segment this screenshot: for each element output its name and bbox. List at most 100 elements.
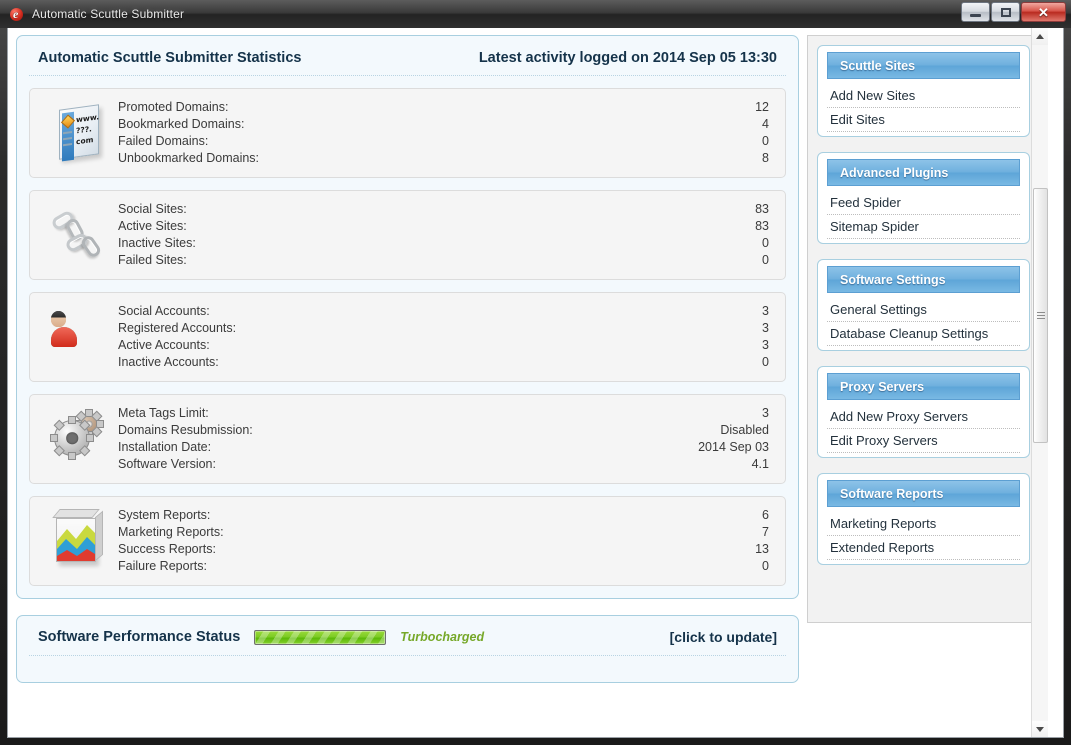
stat-value: 0 bbox=[762, 253, 769, 267]
scrollbar-thumb[interactable] bbox=[1033, 188, 1048, 443]
icon-text-com: com bbox=[76, 134, 94, 147]
scrollbar-grip-icon bbox=[1036, 310, 1045, 321]
stat-value: 3 bbox=[762, 406, 769, 420]
sidebar-box-header: Proxy Servers bbox=[827, 373, 1020, 400]
stats-group-reports: System Reports: 6 Marketing Reports: 7 S… bbox=[29, 496, 786, 586]
stat-label: Meta Tags Limit: bbox=[118, 406, 209, 420]
sidebar-box-title: Proxy Servers bbox=[840, 379, 925, 394]
stat-row: Inactive Accounts: 0 bbox=[118, 354, 769, 371]
stat-label: Inactive Accounts: bbox=[118, 355, 219, 369]
stat-value: 7 bbox=[762, 525, 769, 539]
minimize-button[interactable] bbox=[961, 2, 990, 22]
stat-label: Inactive Sites: bbox=[118, 236, 196, 250]
stats-group-domains: www. ???. com Promoted Domains: 12 Bookm… bbox=[29, 88, 786, 178]
sidebar-box-links: Add New Sites Edit Sites bbox=[824, 79, 1023, 132]
stat-row: Unbookmarked Domains: 8 bbox=[118, 150, 769, 167]
page-content: Automatic Scuttle Submitter Statistics L… bbox=[8, 28, 1048, 737]
stat-label: Promoted Domains: bbox=[118, 100, 229, 114]
performance-panel: Software Performance Status Turbocharged… bbox=[16, 615, 799, 683]
sidebar-item-extended-reports[interactable]: Extended Reports bbox=[827, 536, 1020, 560]
click-to-update-link[interactable]: [click to update] bbox=[670, 629, 777, 645]
stat-row: Social Sites: 83 bbox=[118, 201, 769, 218]
sidebar-item-marketing-reports[interactable]: Marketing Reports bbox=[827, 512, 1020, 536]
main-column: Automatic Scuttle Submitter Statistics L… bbox=[16, 35, 799, 683]
scroll-up-arrow-icon[interactable] bbox=[1032, 28, 1048, 45]
stat-row: Inactive Sites: 0 bbox=[118, 235, 769, 252]
stats-lines: System Reports: 6 Marketing Reports: 7 S… bbox=[118, 507, 769, 575]
website-card-icon: www. ???. com bbox=[40, 104, 118, 162]
sidebar-box-header: Software Settings bbox=[827, 266, 1020, 293]
scroll-down-arrow-icon[interactable] bbox=[1032, 721, 1048, 737]
sidebar-box-title: Software Reports bbox=[840, 486, 944, 501]
maximize-button[interactable] bbox=[991, 2, 1020, 22]
stat-label: Domains Resubmission: bbox=[118, 423, 253, 437]
stats-group-accounts: Social Accounts: 3 Registered Accounts: … bbox=[29, 292, 786, 382]
performance-status-label: Turbocharged bbox=[400, 630, 485, 644]
sidebar-box-title: Advanced Plugins bbox=[840, 165, 949, 180]
statistics-header: Automatic Scuttle Submitter Statistics L… bbox=[29, 36, 786, 76]
users-group-icon bbox=[40, 311, 118, 363]
stat-row: Failed Sites: 0 bbox=[118, 252, 769, 269]
close-icon: ✕ bbox=[1038, 4, 1049, 20]
close-button[interactable]: ✕ bbox=[1021, 2, 1066, 22]
sidebar-item-general-settings[interactable]: General Settings bbox=[827, 298, 1020, 322]
stat-label: Marketing Reports: bbox=[118, 525, 224, 539]
stat-label: Bookmarked Domains: bbox=[118, 117, 245, 131]
stat-row: Failed Domains: 0 bbox=[118, 133, 769, 150]
stat-row: Active Accounts: 3 bbox=[118, 337, 769, 354]
stat-value: 83 bbox=[755, 202, 769, 216]
stats-lines: Promoted Domains: 12 Bookmarked Domains:… bbox=[118, 99, 769, 167]
performance-body bbox=[29, 656, 786, 670]
sidebar-item-feed-spider[interactable]: Feed Spider bbox=[827, 191, 1020, 215]
stat-row: Promoted Domains: 12 bbox=[118, 99, 769, 116]
stat-row: Software Version: 4.1 bbox=[118, 456, 769, 473]
stat-value: 3 bbox=[762, 321, 769, 335]
latest-activity-text: Latest activity logged on 2014 Sep 05 13… bbox=[478, 50, 777, 66]
sidebar-item-database-cleanup-settings[interactable]: Database Cleanup Settings bbox=[827, 322, 1020, 346]
stat-value: 0 bbox=[762, 355, 769, 369]
stat-row: Social Accounts: 3 bbox=[118, 303, 769, 320]
sidebar-item-add-new-proxy-servers[interactable]: Add New Proxy Servers bbox=[827, 405, 1020, 429]
sidebar-item-add-new-sites[interactable]: Add New Sites bbox=[827, 84, 1020, 108]
sidebar-item-sitemap-spider[interactable]: Sitemap Spider bbox=[827, 215, 1020, 239]
stat-value: 6 bbox=[762, 508, 769, 522]
client-area: Automatic Scuttle Submitter Statistics L… bbox=[7, 28, 1064, 738]
stat-value: 0 bbox=[762, 134, 769, 148]
application-window: e Automatic Scuttle Submitter ✕ Automati… bbox=[0, 0, 1071, 745]
sidebar-box-software-reports: Software Reports Marketing Reports Exten… bbox=[817, 473, 1030, 565]
stats-group-sites: Social Sites: 83 Active Sites: 83 Inacti… bbox=[29, 190, 786, 280]
page-title: Automatic Scuttle Submitter Statistics bbox=[38, 50, 302, 66]
stat-value: 3 bbox=[762, 338, 769, 352]
stat-value: 83 bbox=[755, 219, 769, 233]
app-logo-icon: e bbox=[9, 6, 25, 22]
stat-value: 2014 Sep 03 bbox=[698, 440, 769, 454]
performance-header: Software Performance Status Turbocharged… bbox=[29, 616, 786, 656]
stat-row: Active Sites: 83 bbox=[118, 218, 769, 235]
stat-row: System Reports: 6 bbox=[118, 507, 769, 524]
stat-label: Failed Sites: bbox=[118, 253, 187, 267]
sidebar-item-edit-proxy-servers[interactable]: Edit Proxy Servers bbox=[827, 429, 1020, 453]
stat-value: 3 bbox=[762, 304, 769, 318]
stat-label: Unbookmarked Domains: bbox=[118, 151, 260, 165]
stat-row: Meta Tags Limit: 3 bbox=[118, 405, 769, 422]
sidebar-box-title: Scuttle Sites bbox=[840, 58, 916, 73]
statistics-panel: Automatic Scuttle Submitter Statistics L… bbox=[16, 35, 799, 599]
stat-label: Registered Accounts: bbox=[118, 321, 237, 335]
title-bar[interactable]: e Automatic Scuttle Submitter ✕ bbox=[0, 0, 1071, 28]
stat-value: 0 bbox=[762, 236, 769, 250]
sidebar-box-proxy-servers: Proxy Servers Add New Proxy Servers Edit… bbox=[817, 366, 1030, 458]
stat-value: 0 bbox=[762, 559, 769, 573]
sidebar-box-links: General Settings Database Cleanup Settin… bbox=[824, 293, 1023, 346]
stat-label: Installation Date: bbox=[118, 440, 212, 454]
window-controls: ✕ bbox=[961, 2, 1066, 22]
sidebar-box-header: Scuttle Sites bbox=[827, 52, 1020, 79]
stat-label: System Reports: bbox=[118, 508, 211, 522]
stat-row: Bookmarked Domains: 4 bbox=[118, 116, 769, 133]
sidebar-item-edit-sites[interactable]: Edit Sites bbox=[827, 108, 1020, 132]
vertical-scrollbar[interactable] bbox=[1031, 28, 1048, 737]
stat-value: 13 bbox=[755, 542, 769, 556]
sidebar-box-advanced-plugins: Advanced Plugins Feed Spider Sitemap Spi… bbox=[817, 152, 1030, 244]
stat-label: Social Sites: bbox=[118, 202, 187, 216]
stat-label: Social Accounts: bbox=[118, 304, 210, 318]
stat-row: Success Reports: 13 bbox=[118, 541, 769, 558]
